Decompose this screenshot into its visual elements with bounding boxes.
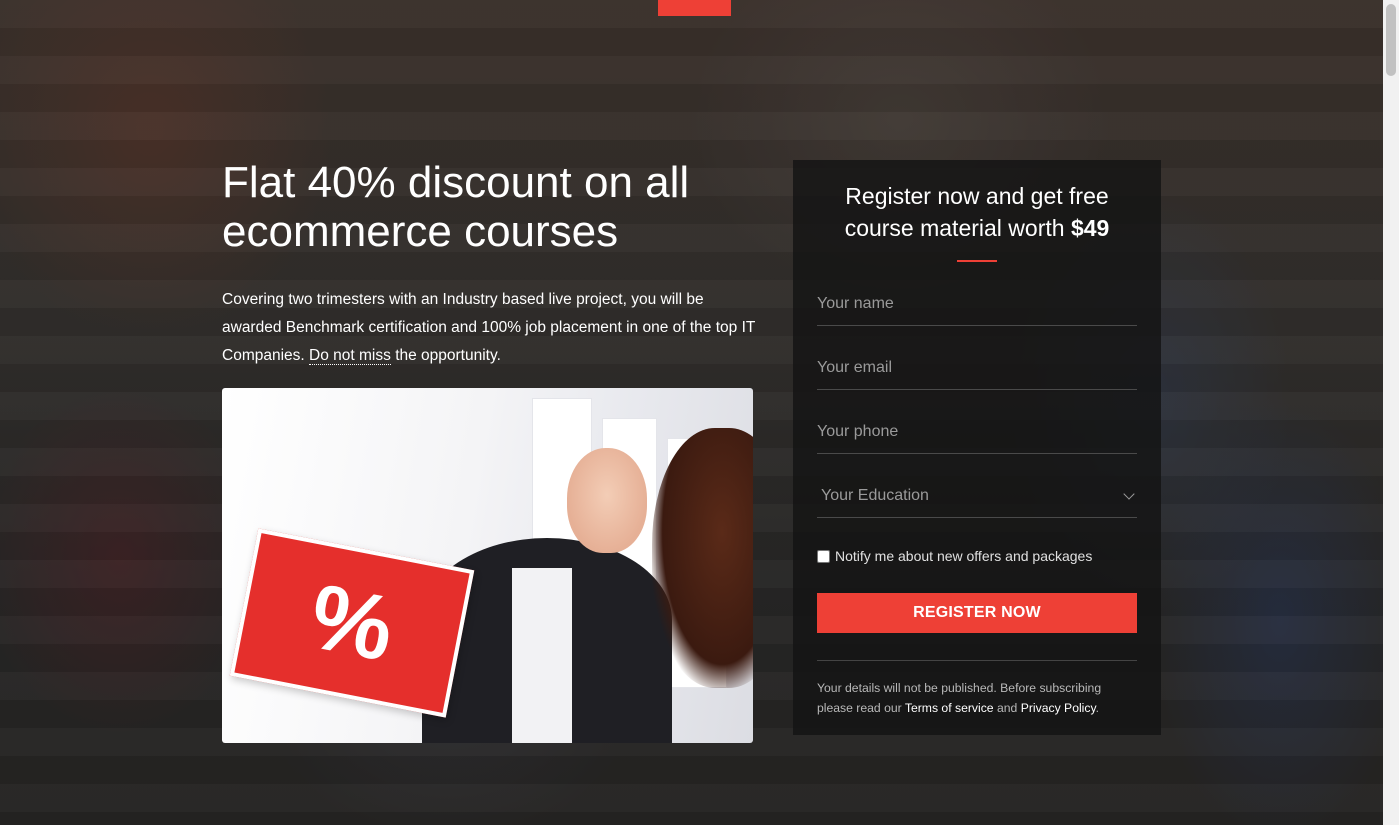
title-divider — [957, 260, 997, 262]
email-field-row — [817, 347, 1137, 390]
percent-sign-card: % — [229, 528, 475, 718]
phone-field-row — [817, 411, 1137, 454]
name-field-row — [817, 283, 1137, 326]
woman-face — [567, 448, 647, 553]
hero-title: Flat 40% discount on all ecommerce cours… — [222, 158, 690, 256]
register-panel: Register now and get free course materia… — [793, 160, 1161, 735]
education-selected-value: Your Education — [821, 487, 929, 504]
email-input[interactable] — [817, 359, 1137, 377]
terms-link[interactable]: Terms of service — [905, 701, 994, 715]
percent-icon: % — [302, 565, 402, 681]
hero-text-after: the opportunity. — [395, 347, 501, 364]
disclaimer-text: Your details will not be published. Befo… — [817, 678, 1137, 718]
register-title-prefix: Register now and get free course materia… — [844, 183, 1109, 241]
education-select[interactable]: Your Education — [817, 475, 1137, 518]
page-scrollbar[interactable] — [1383, 0, 1399, 825]
privacy-link[interactable]: Privacy Policy — [1021, 701, 1096, 715]
woman-hair — [652, 428, 753, 688]
panel-divider — [817, 660, 1137, 661]
hero-section: Flat 40% discount on all ecommerce cours… — [222, 158, 762, 370]
register-title: Register now and get free course materia… — [817, 180, 1137, 244]
name-input[interactable] — [817, 295, 1137, 313]
woman-shirt — [512, 568, 572, 743]
disclaimer-end: . — [1095, 701, 1100, 715]
notify-label[interactable]: Notify me about new offers and packages — [835, 548, 1092, 564]
promo-image: % — [222, 388, 753, 743]
notify-row: Notify me about new offers and packages — [817, 548, 1137, 564]
register-button[interactable]: REGISTER NOW — [817, 593, 1137, 633]
disclaimer-and: and — [996, 701, 1018, 715]
phone-input[interactable] — [817, 423, 1137, 441]
top-accent-tab[interactable] — [658, 0, 731, 16]
notify-checkbox[interactable] — [817, 549, 830, 563]
register-title-price: $49 — [1070, 215, 1110, 241]
chevron-down-icon — [1123, 488, 1135, 500]
scrollbar-thumb[interactable] — [1386, 4, 1396, 76]
hero-description: Covering two trimesters with an Industry… — [222, 286, 762, 370]
hero-text-emphasis: Do not miss — [309, 347, 391, 365]
